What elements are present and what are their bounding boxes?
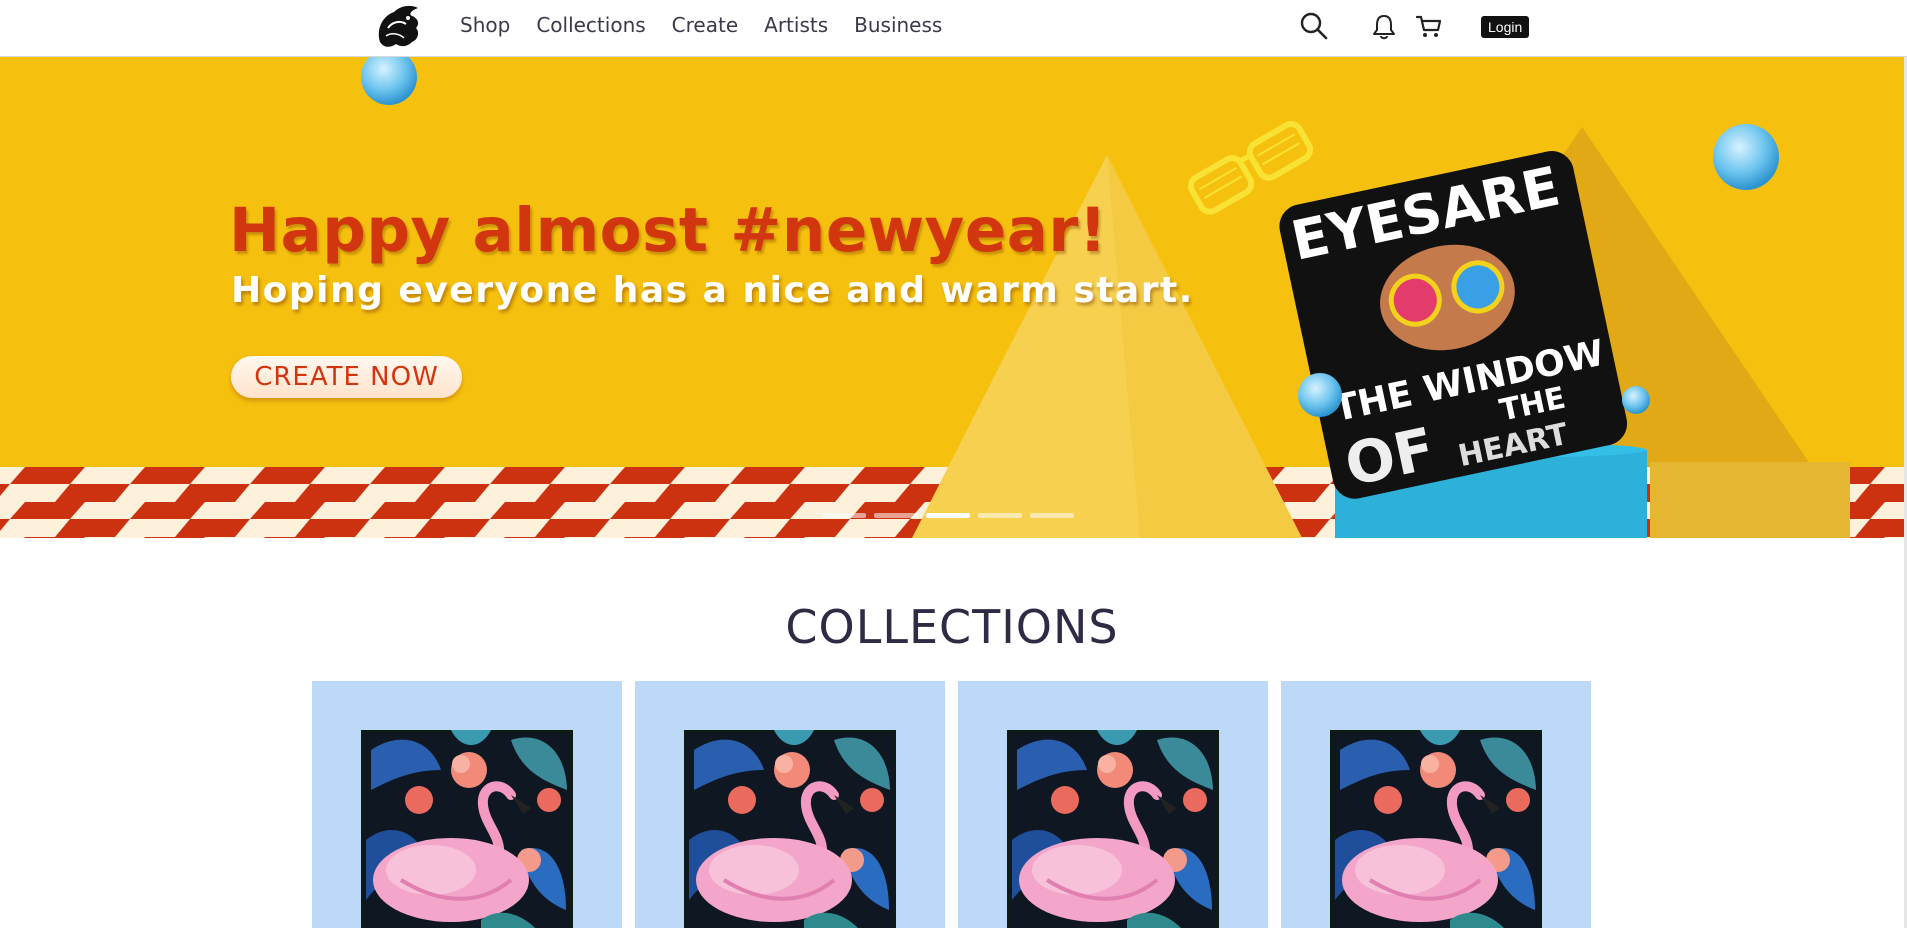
banner-headline: Happy almost #newyear! [229,195,1108,266]
banner-subline: Hoping everyone has a nice and warm star… [231,270,1194,311]
brand-logo-icon[interactable] [372,2,424,52]
nav-create[interactable]: Create [672,12,738,38]
create-now-button[interactable]: CREATE NOW [231,356,462,398]
carousel-dot-active[interactable] [926,513,970,518]
nav-artists[interactable]: Artists [764,12,828,38]
pillow-product: EYESARE THE WINDOW THE OF HEART [1279,151,1628,499]
carousel-dot[interactable] [874,513,918,518]
ball-decoration [1298,373,1342,417]
nav-shop[interactable]: Shop [460,12,510,38]
carousel-dot[interactable] [978,513,1022,518]
flamingo-print-image [1007,730,1219,928]
flamingo-print-image [684,730,896,928]
gold-block [1650,462,1850,538]
flamingo-print-image [1330,730,1542,928]
nav-business[interactable]: Business [854,12,942,38]
bell-icon[interactable] [1369,11,1399,41]
carousel-dot[interactable] [822,513,866,518]
carousel-dots [822,513,1074,518]
collection-card[interactable] [312,681,622,928]
nav-collections[interactable]: Collections [536,12,645,38]
flamingo-print-image [361,730,573,928]
collection-card[interactable] [1281,681,1591,928]
carousel-dot[interactable] [1030,513,1074,518]
collection-card[interactable] [635,681,945,928]
top-navbar: Shop Collections Create Artists Business… [0,0,1907,57]
ball-decoration [361,57,417,105]
hero-banner[interactable]: EYESARE THE WINDOW THE OF HEART Happy al… [0,57,1904,538]
ball-decoration [1713,124,1779,190]
login-button[interactable]: Login [1481,16,1530,38]
collection-card[interactable] [958,681,1268,928]
search-icon[interactable] [1299,11,1329,41]
cart-icon[interactable] [1414,11,1444,41]
main-nav: Shop Collections Create Artists Business [460,12,968,38]
collections-title: COLLECTIONS [785,600,1119,654]
sunglasses-decoration [1187,121,1314,215]
ball-decoration [1622,386,1650,414]
